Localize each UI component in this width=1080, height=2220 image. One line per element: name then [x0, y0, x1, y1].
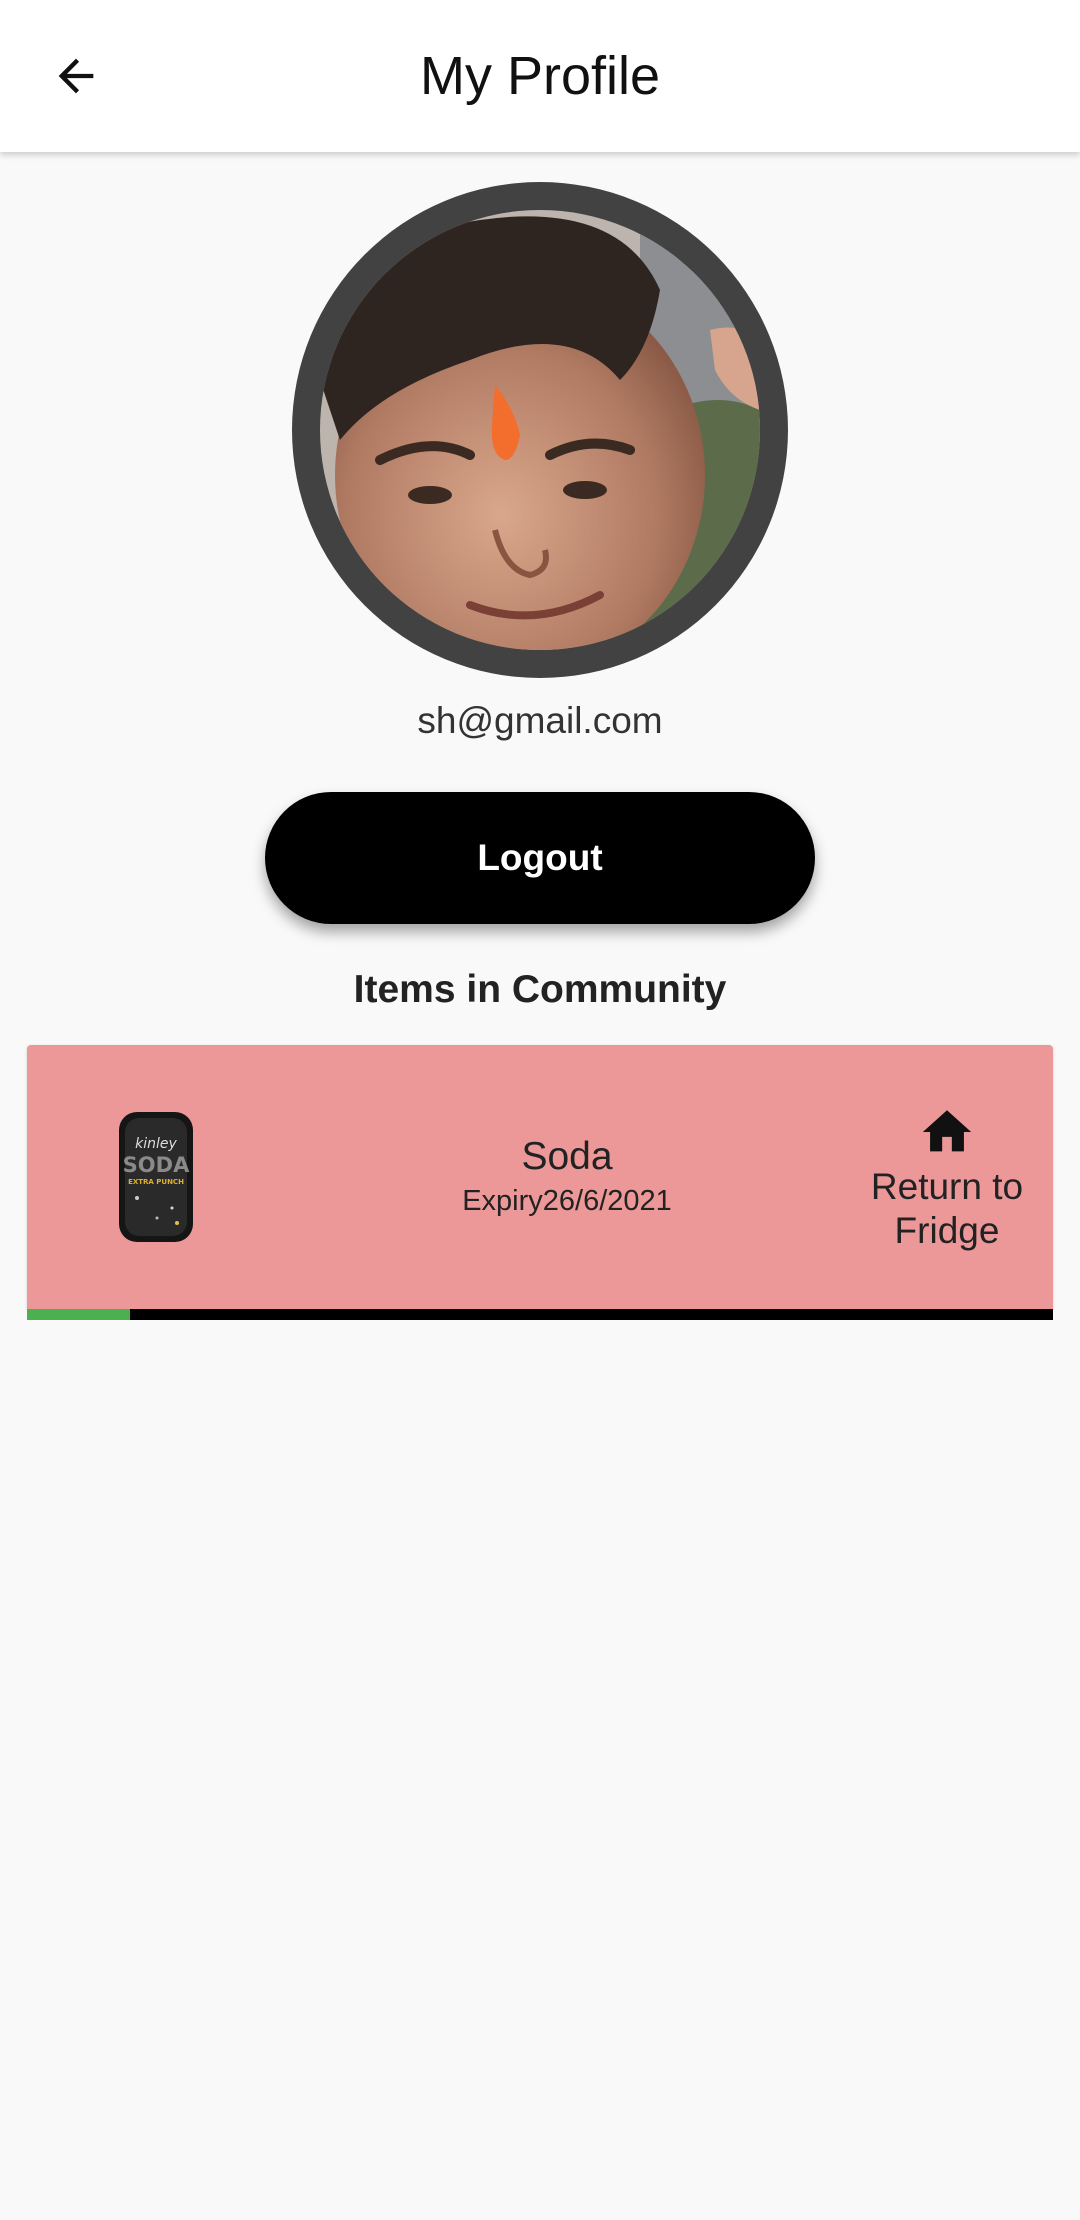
return-to-fridge-label: Return to Fridge: [870, 1166, 1024, 1251]
community-item-card[interactable]: kinley SODA EXTRA PUNCH Soda Expiry26/6/…: [27, 1045, 1053, 1309]
back-button[interactable]: [36, 36, 116, 116]
expiry-progress-fill: [27, 1309, 130, 1320]
expiry-progress-bar: [27, 1309, 1053, 1320]
return-to-fridge-button[interactable]: Return to Fridge: [847, 1103, 1047, 1253]
user-email: sh@gmail.com: [417, 700, 663, 741]
svg-text:EXTRA PUNCH: EXTRA PUNCH: [128, 1178, 184, 1186]
avatar[interactable]: [320, 210, 760, 650]
page-title: My Profile: [419, 46, 661, 106]
section-title-community: Items in Community: [353, 968, 727, 1011]
svg-text:kinley: kinley: [135, 1136, 177, 1152]
item-expiry: Expiry26/6/2021: [462, 1185, 672, 1217]
avatar-ring: [292, 182, 788, 678]
item-image: kinley SODA EXTRA PUNCH: [117, 1108, 195, 1246]
soda-can-image: kinley SODA EXTRA PUNCH: [119, 1112, 193, 1242]
logout-button[interactable]: Logout: [265, 792, 815, 924]
svg-text:SODA: SODA: [123, 1153, 190, 1177]
profile-photo: [320, 210, 760, 650]
item-name: Soda: [521, 1135, 613, 1178]
home-icon: [922, 1110, 972, 1152]
arrow-back-icon: [58, 58, 94, 94]
app-bar: My Profile: [0, 0, 1080, 152]
